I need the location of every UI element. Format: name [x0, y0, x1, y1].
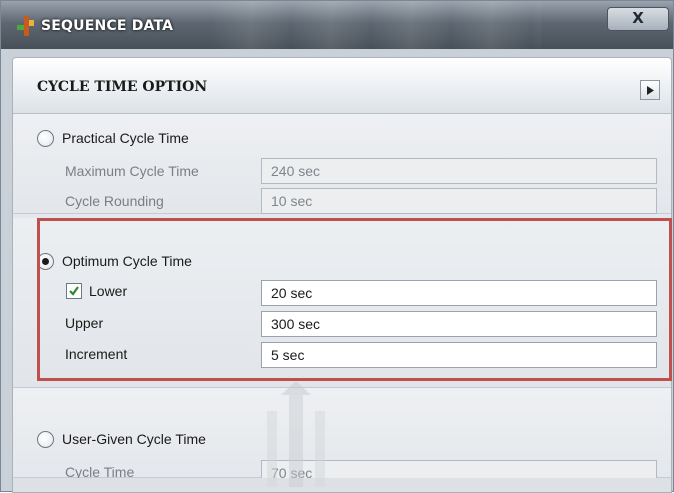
maximum-cycle-time-field[interactable]: 240 sec [261, 158, 657, 184]
practical-cycle-section: Practical Cycle Time Maximum Cycle Time … [13, 114, 671, 214]
close-button[interactable]: X [607, 7, 669, 31]
cycle-rounding-label: Cycle Rounding [65, 193, 164, 209]
user-given-cycle-section: User-Given Cycle Time Cycle Time 70 sec [13, 388, 671, 486]
next-section-edge [13, 478, 671, 492]
chevron-right-icon [647, 86, 654, 95]
upper-label: Upper [65, 315, 104, 331]
panel-header: CYCLE TIME OPTION [13, 58, 671, 114]
cycle-rounding-field[interactable]: 10 sec [261, 188, 657, 214]
checkmark-icon [69, 286, 79, 296]
lower-label: Lower [89, 283, 128, 299]
optimum-cycle-section: Optimum Cycle Time Lower 20 sec Upper 30… [13, 218, 671, 388]
optimum-cycle-label: Optimum Cycle Time [62, 253, 192, 269]
app-icon [17, 16, 34, 36]
practical-cycle-label: Practical Cycle Time [62, 130, 189, 146]
upper-field[interactable]: 300 sec [261, 311, 657, 337]
title-bar-sheen [211, 1, 541, 49]
lower-field[interactable]: 20 sec [261, 280, 657, 306]
increment-field[interactable]: 5 sec [261, 342, 657, 368]
window-title: SEQUENCE DATA [41, 18, 174, 34]
cycle-time-option-panel: CYCLE TIME OPTION Practical Cycle Time M… [12, 57, 672, 493]
radio-selected-dot [42, 258, 49, 265]
expand-button[interactable] [640, 80, 660, 100]
title-bar[interactable]: SEQUENCE DATA X [1, 1, 673, 49]
practical-cycle-radio[interactable] [37, 130, 54, 147]
increment-label: Increment [65, 346, 128, 362]
sequence-data-window: SEQUENCE DATA X CYCLE TIME OPTION Practi… [0, 0, 674, 493]
panel-title: CYCLE TIME OPTION [37, 79, 208, 95]
optimum-cycle-radio[interactable] [37, 253, 54, 270]
user-given-cycle-label: User-Given Cycle Time [62, 431, 206, 447]
lower-checkbox[interactable] [66, 283, 82, 299]
maximum-cycle-time-label: Maximum Cycle Time [65, 163, 199, 179]
user-given-cycle-radio[interactable] [37, 431, 54, 448]
